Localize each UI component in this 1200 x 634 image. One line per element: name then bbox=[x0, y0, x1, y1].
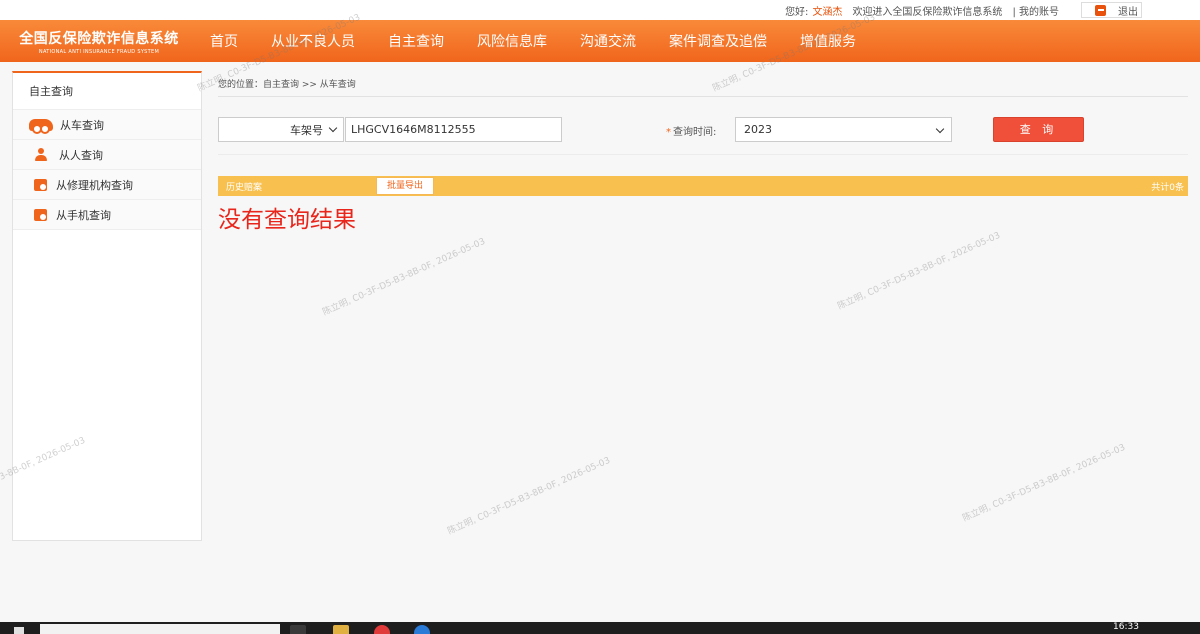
repair-shop-icon bbox=[34, 178, 47, 191]
left-sidebar: 自主查询 从车查询 从人查询 从修理机构查询 从手机查询 bbox=[12, 71, 202, 541]
taskbar-clock[interactable]: 16:33 bbox=[1113, 622, 1139, 632]
username-link[interactable]: 文涵杰 bbox=[812, 3, 842, 18]
query-time-label-text: 查询时间: bbox=[673, 127, 717, 138]
sidebar-item-label: 从车查询 bbox=[60, 118, 104, 132]
sidebar-item-label: 从手机查询 bbox=[56, 208, 111, 222]
logout-icon bbox=[1095, 4, 1106, 16]
car-icon bbox=[29, 118, 53, 134]
logo-subtitle: NATIONAL ANTI INSURANCE FRAUD SYSTEM bbox=[38, 48, 160, 55]
sidebar-item-person-query[interactable]: 从人查询 bbox=[13, 140, 201, 170]
history-claims-label: 历史赔案 bbox=[226, 182, 263, 193]
browser-icon[interactable] bbox=[374, 625, 390, 634]
vin-input[interactable] bbox=[345, 117, 562, 142]
sidebar-item-label: 从人查询 bbox=[59, 148, 103, 162]
os-taskbar: 16:33 bbox=[0, 622, 1200, 634]
nav-menu: 首页 从业不良人员 自主查询 风险信息库 沟通交流 案件调查及追偿 增值服务 bbox=[198, 20, 877, 62]
query-form: 车架号 *查询时间: 2023 查 询 bbox=[218, 117, 1188, 155]
sidebar-item-vehicle-query[interactable]: 从车查询 bbox=[13, 110, 201, 140]
query-type-select[interactable]: 车架号 bbox=[218, 117, 344, 142]
logout-label: 退出 bbox=[1118, 6, 1138, 18]
no-result-message: 没有查询结果 bbox=[218, 207, 356, 233]
watermark: 陈立明, C0-3F-D5-B3-8B-0F, 2026-05-03 bbox=[446, 455, 612, 537]
phone-shop-icon bbox=[34, 208, 47, 221]
batch-export-button[interactable]: 批量导出 bbox=[376, 177, 434, 195]
watermark: 陈立明, C0-3F-D5-B3-8B-0F, 2026-05-03 bbox=[321, 236, 487, 318]
query-year-value: 2023 bbox=[744, 123, 772, 136]
query-time-label: * 查询时间: bbox=[666, 123, 716, 138]
nav-item-value-added-services[interactable]: 增值服务 bbox=[800, 31, 856, 51]
greeting-text: 您好: bbox=[785, 6, 809, 18]
edge-icon[interactable] bbox=[414, 625, 430, 634]
nav-item-case-investigation[interactable]: 案件调查及追偿 bbox=[669, 31, 767, 51]
nav-item-home[interactable]: 首页 bbox=[210, 31, 238, 51]
nav-item-self-query[interactable]: 自主查询 bbox=[388, 31, 444, 51]
result-header-bar: 历史赔案 批量导出 共计0条 bbox=[218, 176, 1188, 196]
chevron-down-icon bbox=[935, 124, 945, 134]
nav-item-risk-database[interactable]: 风险信息库 bbox=[477, 31, 547, 51]
taskbar-search-box[interactable] bbox=[40, 624, 280, 634]
windows-start-icon[interactable] bbox=[14, 627, 24, 634]
chevron-down-icon bbox=[328, 123, 338, 133]
query-year-select[interactable]: 2023 bbox=[735, 117, 952, 142]
query-button[interactable]: 查 询 bbox=[993, 117, 1084, 142]
breadcrumb: 您的位置：自主查询 >> 从车查询 bbox=[218, 77, 1188, 97]
top-bar: 您好: 文涵杰 欢迎进入全国反保险欺诈信息系统 | 我的账号 退出 bbox=[0, 0, 1200, 20]
system-logo[interactable]: 全国反保险欺诈信息系统 NATIONAL ANTI INSURANCE FRAU… bbox=[0, 20, 198, 62]
my-account-link[interactable]: | 我的账号 bbox=[1012, 3, 1059, 18]
query-type-value: 车架号 bbox=[290, 123, 323, 137]
sidebar-item-repair-shop-query[interactable]: 从修理机构查询 bbox=[13, 170, 201, 200]
nav-item-bad-practitioners[interactable]: 从业不良人员 bbox=[271, 31, 355, 51]
watermark: 陈立明, C0-3F-D5-B3-8B-0F, 2026-05-03 bbox=[961, 442, 1127, 524]
file-explorer-icon[interactable] bbox=[333, 625, 349, 634]
required-star: * bbox=[666, 127, 671, 138]
logo-title: 全国反保险欺诈信息系统 bbox=[19, 30, 179, 47]
nav-item-communication[interactable]: 沟通交流 bbox=[580, 31, 636, 51]
welcome-text: 欢迎进入全国反保险欺诈信息系统 bbox=[852, 6, 1003, 18]
watermark: 陈立明, C0-3F-D5-B3-8B-0F, 2026-05-03 bbox=[836, 230, 1002, 312]
sidebar-item-phone-query[interactable]: 从手机查询 bbox=[13, 200, 201, 230]
total-count: 共计0条 bbox=[1151, 182, 1184, 193]
sidebar-item-label: 从修理机构查询 bbox=[56, 178, 133, 192]
sidebar-title: 自主查询 bbox=[13, 73, 201, 110]
person-icon bbox=[35, 148, 47, 161]
main-navbar: 全国反保险欺诈信息系统 NATIONAL ANTI INSURANCE FRAU… bbox=[0, 20, 1200, 62]
logout-button[interactable]: 退出 bbox=[1081, 2, 1142, 18]
task-view-icon[interactable] bbox=[290, 625, 306, 634]
